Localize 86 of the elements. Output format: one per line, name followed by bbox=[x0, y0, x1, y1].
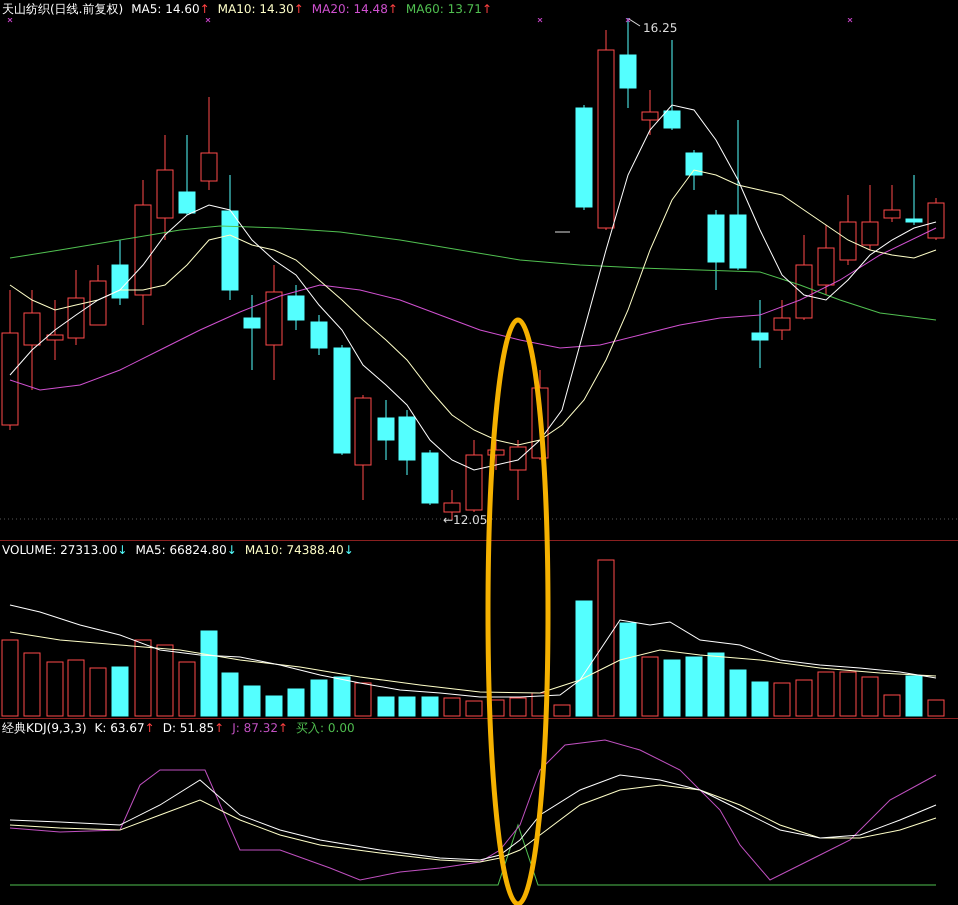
volume-bar bbox=[796, 680, 812, 716]
legend-value: D: 51.85 bbox=[162, 721, 214, 735]
candlestick bbox=[398, 410, 416, 476]
legend-value: MA20: 14.48 bbox=[312, 2, 388, 16]
candlestick bbox=[112, 240, 128, 306]
trend-arrow: ↑ bbox=[278, 721, 288, 735]
candlestick bbox=[686, 150, 702, 190]
trend-arrow: ↓ bbox=[117, 543, 128, 557]
cross-marker-icon bbox=[848, 18, 852, 22]
candlestick bbox=[422, 450, 438, 506]
candlestick bbox=[818, 224, 834, 296]
volume-bar bbox=[862, 676, 878, 716]
volume-bar bbox=[708, 652, 724, 716]
trend-arrow: ↑ bbox=[294, 2, 304, 16]
candlestick bbox=[488, 440, 504, 470]
volume-bar bbox=[510, 698, 526, 716]
volume-bar bbox=[310, 680, 328, 716]
volume-bar bbox=[112, 666, 128, 716]
candlestick bbox=[928, 198, 944, 240]
legend-value: J: 87.32 bbox=[232, 721, 278, 735]
legend-value: K: 63.67 bbox=[94, 721, 145, 735]
volume-bar bbox=[884, 694, 900, 716]
volume-bar bbox=[818, 672, 834, 716]
volume-bar bbox=[288, 688, 304, 716]
volume-bar bbox=[244, 686, 260, 716]
volume-bar bbox=[68, 660, 84, 716]
price-label: ←12.05 bbox=[443, 513, 488, 527]
candlestick bbox=[884, 184, 900, 222]
legend-value: VOLUME: 27313.00 bbox=[2, 543, 118, 557]
chart-title: 天山纺织(日线.前复权) bbox=[2, 0, 124, 18]
legend-value: MA5: 66824.80 bbox=[135, 543, 227, 557]
volume-bar bbox=[840, 672, 856, 716]
volume-bar bbox=[906, 676, 922, 716]
volume-bar bbox=[422, 696, 438, 716]
volume-bar bbox=[24, 652, 40, 716]
chart-title: 经典KDJ(9,3,3) bbox=[2, 720, 87, 736]
volume-bar bbox=[46, 662, 64, 716]
candlestick bbox=[310, 314, 328, 356]
legend-value: MA5: 14.60 bbox=[131, 2, 200, 16]
cross-marker-icon bbox=[538, 18, 542, 22]
volume-bar bbox=[222, 672, 238, 716]
volume-bar bbox=[178, 662, 196, 716]
trend-arrow: ↑ bbox=[144, 721, 155, 735]
volume-bar bbox=[774, 682, 790, 716]
legend-value: MA10: 14.30 bbox=[218, 2, 294, 16]
volume-bar bbox=[398, 696, 416, 716]
volume-bar bbox=[444, 698, 460, 716]
legend-value: MA60: 13.71 bbox=[406, 2, 482, 16]
volume-bar bbox=[554, 704, 570, 716]
trend-arrow: ↓ bbox=[226, 543, 237, 557]
volume-bar bbox=[266, 696, 282, 716]
candlestick bbox=[90, 264, 106, 326]
legend-value: MA10: 74388.40 bbox=[244, 543, 344, 557]
volume-bar bbox=[156, 644, 174, 716]
trend-arrow: ↑ bbox=[388, 2, 398, 16]
volume-bar bbox=[752, 682, 768, 716]
candlestick bbox=[642, 90, 658, 136]
cross-marker-icon bbox=[206, 18, 210, 22]
leader-line bbox=[628, 18, 640, 26]
price-label: 16.25 bbox=[643, 21, 678, 35]
trend-arrow: ↑ bbox=[200, 2, 210, 16]
volume-bar bbox=[730, 670, 746, 716]
trend-arrow: ↑ bbox=[214, 721, 224, 735]
volume-bar bbox=[378, 696, 394, 716]
candlestick bbox=[752, 300, 768, 368]
volume-bar bbox=[466, 700, 482, 716]
candlestick bbox=[906, 174, 922, 226]
candlestick bbox=[288, 284, 304, 330]
trend-arrow: ↑ bbox=[482, 2, 492, 16]
cross-marker-icon bbox=[626, 18, 630, 22]
candlestick bbox=[774, 300, 790, 340]
volume-bar bbox=[90, 668, 106, 716]
candlestick bbox=[46, 300, 64, 360]
legend-value: 买入: 0.00 bbox=[296, 720, 355, 736]
trend-arrow: ↓ bbox=[344, 543, 354, 557]
volume-bar bbox=[664, 660, 680, 716]
candlestick bbox=[862, 184, 878, 250]
volume-bar bbox=[686, 656, 702, 716]
volume-bar bbox=[354, 682, 372, 716]
candlestick bbox=[378, 400, 394, 460]
candlestick bbox=[510, 440, 526, 500]
cross-marker-icon bbox=[8, 18, 12, 22]
volume-bar bbox=[928, 700, 944, 716]
volume-bar bbox=[642, 656, 658, 716]
candlestick bbox=[840, 194, 856, 266]
volume-bar bbox=[334, 676, 350, 716]
